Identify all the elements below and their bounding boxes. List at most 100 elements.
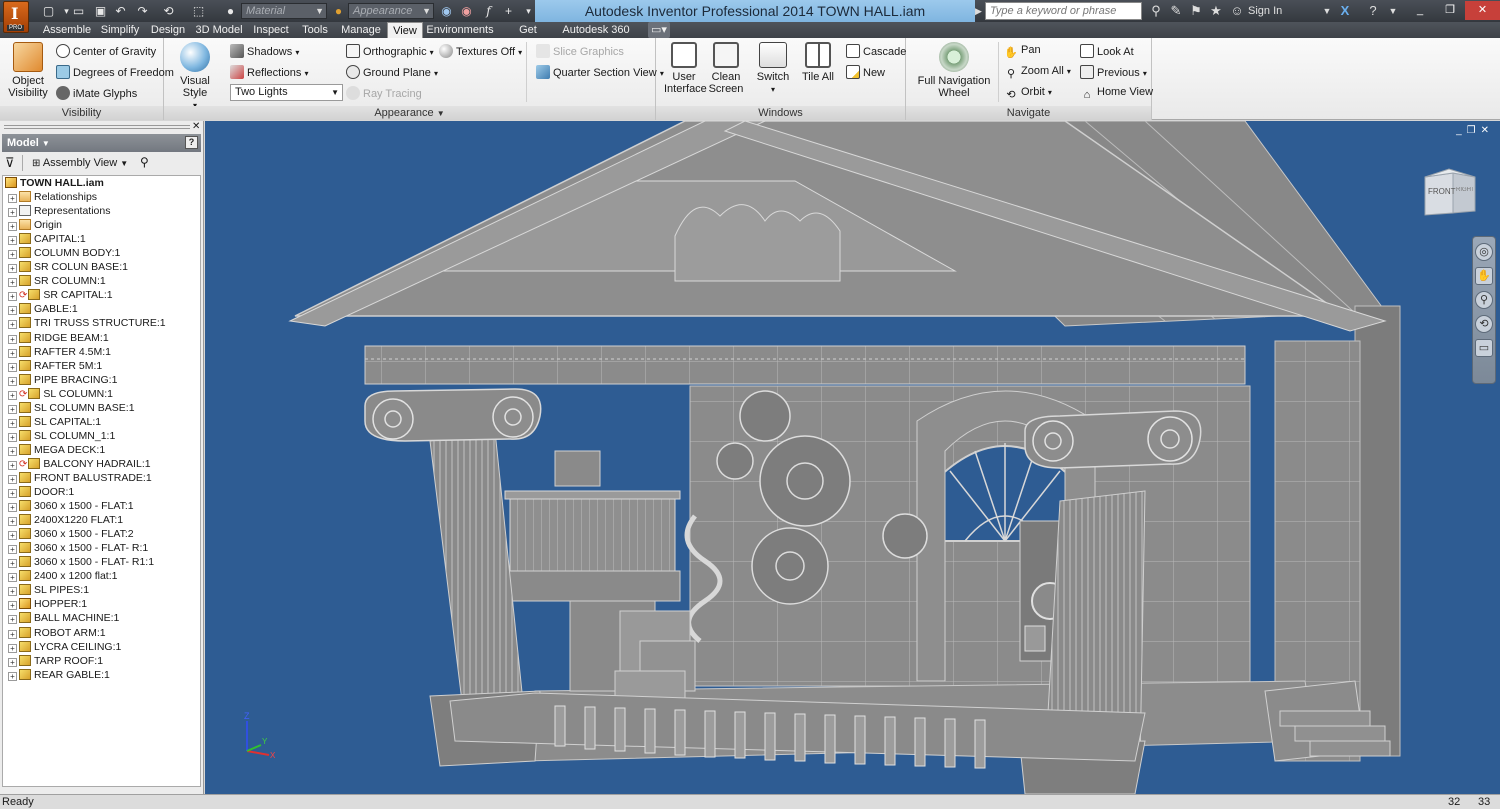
pan-button[interactable]: ✋ Pan [1004,44,1040,60]
expand-icon[interactable]: + [8,250,17,260]
search-input[interactable]: Type a keyword or phrase [985,2,1142,20]
measure-icon[interactable]: + [500,3,517,19]
expand-icon[interactable]: + [8,559,17,569]
user-interface-button[interactable]: User Interface [664,42,707,95]
expand-icon[interactable]: + [8,671,17,681]
tree-item[interactable]: +2400 x 1200 flat:1 [3,569,200,583]
expand-icon[interactable]: + [8,236,17,246]
tree-item[interactable]: + RAFTER 4.5M:1 [3,345,200,359]
expand-icon[interactable]: + [8,503,17,513]
tree-item[interactable]: +3060 x 1500 - FLAT:2 [3,527,200,541]
browser-header[interactable]: Model ▼ ? [2,134,201,152]
filter-icon[interactable]: ⊽ [5,155,15,171]
tree-item[interactable]: + SR COLUN BASE:1 [3,260,200,274]
sign-in-button[interactable]: Sign In [1248,3,1282,19]
subscription-icon[interactable]: ⚑ [1187,2,1205,20]
expand-icon[interactable]: + [8,278,17,288]
tree-item[interactable]: + LYCRA CEILING:1 [3,640,200,654]
tree-item[interactable]: + GABLE:1 [3,302,200,316]
switch-button[interactable]: Switch ▾ [754,42,792,96]
tree-item[interactable]: + DOOR:1 [3,485,200,499]
tree-item[interactable]: + Representations [3,204,200,218]
new-window-button[interactable]: New [846,65,885,79]
expand-icon[interactable]: + [8,657,17,667]
material-sphere-icon[interactable]: ● [222,3,239,19]
object-visibility-button[interactable]: Object Visibility [6,42,50,99]
tree-item[interactable]: + BALL MACHINE:1 [3,611,200,625]
tree-item[interactable]: +3060 x 1500 - FLAT:1 [3,499,200,513]
expand-icon[interactable]: + [8,222,17,232]
title-expand-icon[interactable]: ▶ [975,3,985,19]
tools-icon[interactable]: ✎ [1167,2,1185,20]
clean-screen-button[interactable]: Clean Screen [708,42,744,95]
expand-icon[interactable]: + [8,573,17,583]
zoom-icon[interactable]: ⚲ [1475,291,1493,309]
tree-item[interactable]: + CAPITAL:1 [3,232,200,246]
tree-item[interactable]: + Relationships [3,190,200,204]
sign-in-dropdown-icon[interactable]: ▼ [1318,2,1336,20]
tab-autodesk-360[interactable]: Autodesk 360 [562,22,630,38]
expand-icon[interactable]: + [8,418,17,428]
ground-plane-button[interactable]: Ground Plane ▾ [346,65,438,79]
new-file-icon[interactable]: ▢ [40,3,57,19]
exchange-icon[interactable]: X [1336,2,1354,20]
tree-item[interactable]: + ROBOT ARM:1 [3,626,200,640]
expand-icon[interactable]: + [8,643,17,653]
expand-icon[interactable]: + [8,489,17,499]
tree-item[interactable]: + ⟳ BALCONY HADRAIL:1 [3,457,200,471]
undo-icon[interactable]: ↶ [112,3,129,19]
assembly-view-dropdown[interactable]: ⊞ Assembly View ▼ [32,157,128,169]
tree-item[interactable]: + TRI TRUSS STRUCTURE:1 [3,316,200,330]
expand-icon[interactable]: + [8,446,17,456]
tree-item[interactable]: + COLUMN BODY:1 [3,246,200,260]
restore-icon[interactable]: ❐ [1435,1,1465,20]
help-icon[interactable]: ? [1364,2,1382,20]
tree-item[interactable]: + SL COLUMN BASE:1 [3,401,200,415]
tab-inspect[interactable]: Inspect [250,22,292,38]
tab-simplify[interactable]: Simplify [96,22,144,38]
select-icon[interactable]: ⬚ [190,3,207,19]
help-icon[interactable]: ? [185,136,198,149]
expand-icon[interactable]: + [8,292,17,302]
tab-3d-model[interactable]: 3D Model [194,22,244,38]
expand-icon[interactable]: + [8,334,17,344]
zoom-all-button[interactable]: ⚲ Zoom All ▾ [1004,65,1071,81]
expand-icon[interactable]: + [8,432,17,442]
center-of-gravity-button[interactable]: Center of Gravity [56,44,156,58]
expand-icon[interactable]: + [8,194,17,204]
tab-design[interactable]: Design [148,22,188,38]
tree-item[interactable]: + TARP ROOF:1 [3,654,200,668]
pan-icon[interactable]: ✋ [1475,267,1493,285]
tree-item[interactable]: +2400X1220 FLAT:1 [3,513,200,527]
expand-icon[interactable]: + [8,531,17,541]
textures-off-button[interactable]: Textures Off ▾ [439,44,522,58]
degrees-of-freedom-button[interactable]: Degrees of Freedom [56,65,174,79]
expand-icon[interactable]: + [8,629,17,639]
save-icon[interactable]: ▣ [92,3,109,19]
look-at-icon[interactable]: ▭ [1475,339,1493,357]
slice-graphics-button[interactable]: Slice Graphics [536,44,624,58]
tree-item[interactable]: + RIDGE BEAM:1 [3,331,200,345]
visual-style-button[interactable]: Visual Style▾ [170,42,220,112]
tab-tools[interactable]: Tools [298,22,332,38]
minimize-icon[interactable]: _ [1405,1,1435,20]
clear-appearance-icon[interactable]: ◉ [458,3,475,19]
expand-icon[interactable]: + [8,208,17,218]
adjust-icon[interactable]: ◉ [438,3,455,19]
open-icon[interactable]: ▭ [70,3,87,19]
imate-glyphs-button[interactable]: iMate Glyphs [56,86,137,100]
tree-item[interactable]: + PIPE BRACING:1 [3,373,200,387]
expand-icon[interactable]: + [8,320,17,330]
browser-grip[interactable] [4,125,190,129]
graphics-viewport[interactable]: _❐✕ FRONT RIGHT ◎ ✋ ⚲ ⟲ ▭ Z X Y [205,121,1500,794]
shadows-button[interactable]: Shadows ▾ [230,44,299,58]
expand-icon[interactable]: + [8,615,17,625]
expand-icon[interactable]: + [8,390,17,400]
expand-icon[interactable]: + [8,362,17,372]
tree-item[interactable]: + HOPPER:1 [3,597,200,611]
expand-icon[interactable]: + [8,474,17,484]
close-icon[interactable]: ✕ [1465,1,1500,20]
tree-item[interactable]: + SR COLUMN:1 [3,274,200,288]
reflections-button[interactable]: Reflections ▾ [230,65,309,79]
expand-icon[interactable]: + [8,601,17,611]
